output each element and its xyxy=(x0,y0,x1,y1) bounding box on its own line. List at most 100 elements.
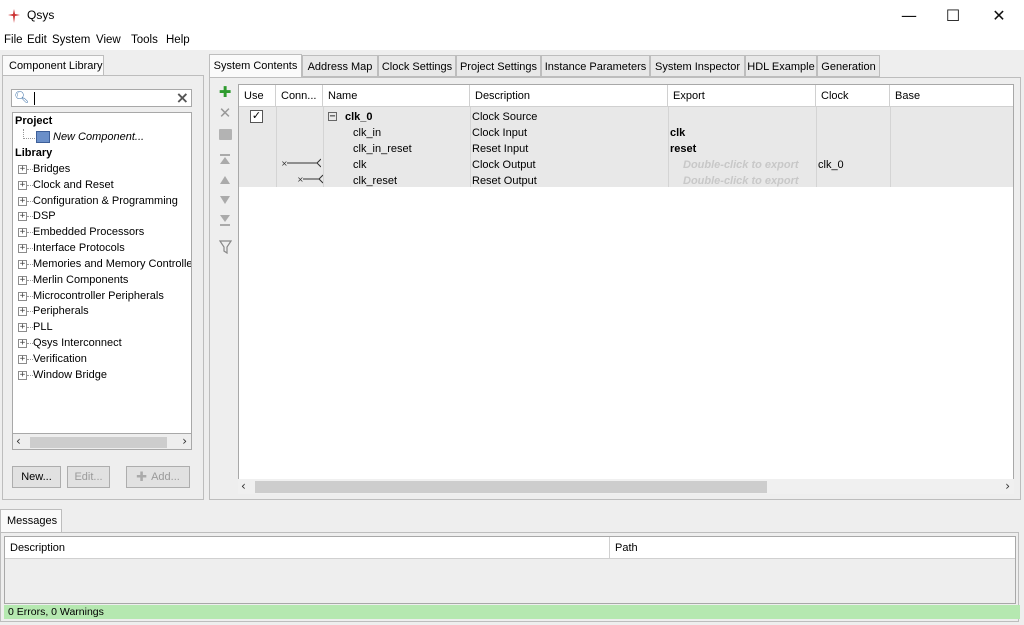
tree-item-embedded-processors[interactable]: + Embedded Processors xyxy=(13,226,191,241)
edit-icon[interactable] xyxy=(216,126,234,142)
menu-file[interactable]: File xyxy=(4,34,23,46)
scroll-thumb[interactable] xyxy=(30,437,167,448)
expand-icon[interactable]: + xyxy=(18,244,27,253)
table-horizontal-scrollbar[interactable]: ‹ › xyxy=(238,479,1014,494)
library-search-input[interactable]: 🔍︎ × xyxy=(11,88,192,107)
clear-search-icon[interactable]: × xyxy=(176,88,189,107)
table-row-name[interactable]: clk_in_reset xyxy=(353,143,412,159)
scroll-left-icon[interactable]: ‹ xyxy=(16,434,21,448)
column-use[interactable]: Use xyxy=(239,85,276,107)
expand-icon[interactable]: + xyxy=(18,260,27,269)
tree-item-microcontroller-peripherals[interactable]: + Microcontroller Peripherals xyxy=(13,290,191,305)
menu-system[interactable]: System xyxy=(52,34,90,46)
tree-item-clock-and-reset[interactable]: + Clock and Reset xyxy=(13,179,191,194)
close-button[interactable]: ✕ xyxy=(976,0,1022,30)
move-up-icon[interactable] xyxy=(216,172,234,188)
export-value[interactable]: clk xyxy=(670,127,685,143)
minimize-button[interactable]: — xyxy=(886,0,932,30)
table-row-name[interactable]: clk xyxy=(353,159,366,175)
tab-instance-parameters[interactable]: Instance Parameters xyxy=(541,55,650,77)
tab-project-settings[interactable]: Project Settings xyxy=(456,55,541,77)
use-checkbox[interactable]: ✓ xyxy=(250,110,263,123)
tree-item-merlin-components[interactable]: + Merlin Components xyxy=(13,274,191,289)
expand-icon[interactable]: + xyxy=(18,276,27,285)
column-name[interactable]: Name xyxy=(323,85,470,107)
tab-clock-settings[interactable]: Clock Settings xyxy=(378,55,456,77)
filter-icon[interactable] xyxy=(216,239,234,255)
expand-icon[interactable]: + xyxy=(18,292,27,301)
table-row-name[interactable]: clk_reset xyxy=(353,175,397,191)
tab-system-inspector[interactable]: System Inspector xyxy=(650,55,745,77)
tab-hdl-example[interactable]: HDL Example xyxy=(745,55,817,77)
scroll-right-icon[interactable]: › xyxy=(1005,479,1010,493)
tree-item-memories[interactable]: + Memories and Memory Controllers xyxy=(13,258,191,273)
expand-icon[interactable]: + xyxy=(18,339,27,348)
menu-edit[interactable]: Edit xyxy=(27,34,47,46)
scroll-thumb[interactable] xyxy=(255,481,767,493)
menu-help[interactable]: Help xyxy=(166,34,190,46)
tree-item-label: Microcontroller Peripherals xyxy=(33,290,164,302)
column-description[interactable]: Description xyxy=(470,85,668,107)
expand-icon[interactable]: + xyxy=(18,181,27,190)
tab-system-contents[interactable]: System Contents xyxy=(209,54,302,77)
column-connections[interactable]: Conn... xyxy=(276,85,323,107)
tree-item-window-bridge[interactable]: + Window Bridge xyxy=(13,369,191,384)
expand-icon[interactable]: + xyxy=(18,355,27,364)
column-message-description[interactable]: Description xyxy=(5,537,610,559)
collapse-icon[interactable]: − xyxy=(328,112,337,122)
scroll-right-icon[interactable]: › xyxy=(182,434,187,448)
menu-tools[interactable]: Tools xyxy=(131,34,158,46)
column-message-path[interactable]: Path xyxy=(610,537,1015,559)
tree-item-qsys-interconnect[interactable]: + Qsys Interconnect xyxy=(13,337,191,352)
tab-messages[interactable]: Messages xyxy=(0,509,62,533)
tree-item-configuration[interactable]: + Configuration & Programming xyxy=(13,195,191,210)
expand-icon[interactable]: + xyxy=(18,165,27,174)
add-button-label: Add... xyxy=(151,471,180,483)
maximize-button[interactable]: ☐ xyxy=(930,0,976,30)
remove-icon[interactable]: ✕ xyxy=(216,104,234,122)
export-hint[interactable]: Double-click to export xyxy=(683,175,799,191)
export-value[interactable]: reset xyxy=(670,143,696,159)
library-horizontal-scrollbar[interactable]: ‹ › xyxy=(12,433,192,450)
expand-icon[interactable]: + xyxy=(18,371,27,380)
table-row-name[interactable]: clk_0 xyxy=(345,111,373,127)
system-contents-table: Use Conn... Name Description Export Cloc… xyxy=(238,84,1014,492)
tree-item-dsp[interactable]: + DSP xyxy=(13,210,191,225)
column-export[interactable]: Export xyxy=(668,85,816,107)
add-icon[interactable]: ✚ xyxy=(216,83,234,101)
scroll-left-icon[interactable]: ‹ xyxy=(241,479,246,493)
connection-reset-output-icon[interactable]: × xyxy=(297,174,324,190)
tree-item-pll[interactable]: + PLL xyxy=(13,321,191,336)
tab-component-library[interactable]: Component Library xyxy=(2,55,104,76)
expand-icon[interactable]: + xyxy=(18,197,27,206)
connection-clock-output-icon[interactable]: × xyxy=(281,158,322,174)
clock-value[interactable]: clk_0 xyxy=(818,159,844,175)
tab-address-map[interactable]: Address Map xyxy=(302,55,378,77)
tree-item-interface-protocols[interactable]: + Interface Protocols xyxy=(13,242,191,257)
tree-item-peripherals[interactable]: + Peripherals xyxy=(13,305,191,320)
tree-item-bridges[interactable]: + Bridges xyxy=(13,163,191,178)
expand-icon[interactable]: + xyxy=(18,212,27,221)
table-row-name[interactable]: clk_in xyxy=(353,127,381,143)
expand-icon[interactable]: + xyxy=(18,307,27,316)
table-row-description: Clock Input xyxy=(472,127,528,139)
edit-component-button[interactable]: Edit... xyxy=(67,466,110,488)
tree-item-verification[interactable]: + Verification xyxy=(13,353,191,368)
column-clock[interactable]: Clock xyxy=(816,85,890,107)
move-down-icon[interactable] xyxy=(216,192,234,208)
move-top-icon[interactable] xyxy=(216,152,234,168)
menu-view[interactable]: View xyxy=(96,34,121,46)
column-base[interactable]: Base xyxy=(890,85,1013,107)
expand-icon[interactable]: + xyxy=(18,228,27,237)
text-caret xyxy=(34,92,35,105)
add-component-button[interactable]: ✚ Add... xyxy=(126,466,190,488)
component-icon xyxy=(36,131,50,143)
table-header: Use Conn... Name Description Export Cloc… xyxy=(239,85,1013,107)
expand-icon[interactable]: + xyxy=(18,323,27,332)
title-bar: Qsys — ☐ ✕ xyxy=(0,0,1024,32)
tree-header-project: Project xyxy=(15,115,53,127)
tab-generation[interactable]: Generation xyxy=(817,55,880,77)
export-hint[interactable]: Double-click to export xyxy=(683,159,799,175)
move-bottom-icon[interactable] xyxy=(216,212,234,228)
new-component-button[interactable]: New... xyxy=(12,466,61,488)
